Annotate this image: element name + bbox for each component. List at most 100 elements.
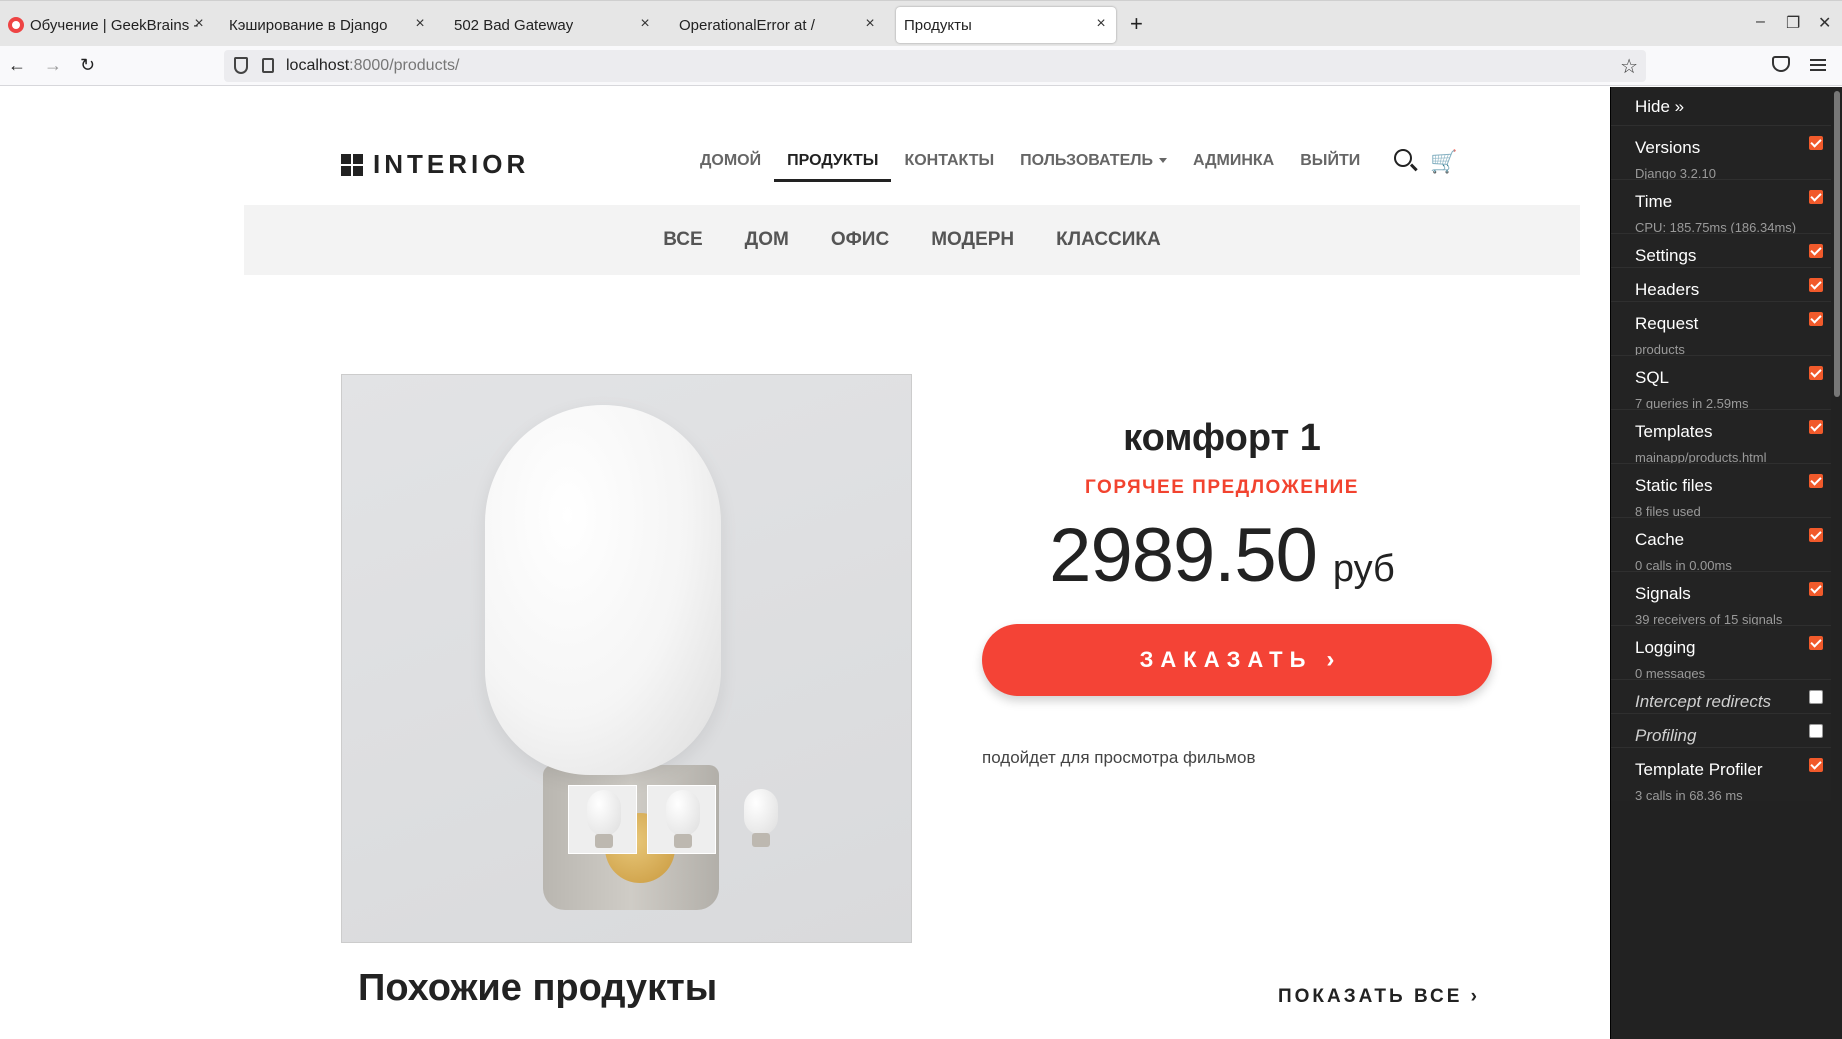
tracking-protection-shield-icon[interactable] xyxy=(234,57,248,74)
address-bar[interactable]: localhost:8000/products/ ☆ xyxy=(224,50,1646,82)
panel-toggle-checkbox[interactable] xyxy=(1809,420,1823,434)
forward-arrow-icon[interactable]: → xyxy=(44,55,62,76)
tab-close-icon[interactable]: × xyxy=(190,15,208,33)
panel-toggle-checkbox[interactable] xyxy=(1809,636,1823,650)
price-currency: руб xyxy=(1332,548,1395,590)
menu-item-logout[interactable]: выйти xyxy=(1300,152,1360,182)
browser-tab[interactable]: Обучение | GeekBrains - × xyxy=(0,7,214,43)
category-home[interactable]: дом xyxy=(745,229,789,251)
debug-panel-item[interactable]: Templates mainapp/products.html xyxy=(1611,409,1831,465)
tab-title: 502 Bad Gateway xyxy=(454,16,574,34)
product-image xyxy=(341,374,912,943)
panel-toggle-checkbox[interactable] xyxy=(1809,724,1823,738)
debug-panel-item[interactable]: SQL 7 queries in 2.59ms xyxy=(1611,355,1831,411)
app-menu-icon[interactable] xyxy=(1810,59,1826,71)
cart-icon[interactable]: 🛒 xyxy=(1430,149,1457,175)
tab-close-icon[interactable]: × xyxy=(861,15,879,33)
panel-toggle-checkbox[interactable] xyxy=(1809,136,1823,150)
site-logo[interactable]: INTERIOR xyxy=(341,149,529,180)
debug-panel-label: Profiling xyxy=(1635,726,1697,745)
panel-toggle-checkbox[interactable] xyxy=(1809,190,1823,204)
menu-item-admin[interactable]: админка xyxy=(1193,152,1274,182)
order-button[interactable]: ЗАКАЗАТЬ › xyxy=(982,624,1492,696)
url-text[interactable]: localhost:8000/products/ xyxy=(286,57,459,75)
panel-toggle-checkbox[interactable] xyxy=(1809,366,1823,380)
product-title: комфорт 1 xyxy=(1123,417,1321,459)
new-tab-button[interactable]: + xyxy=(1130,11,1143,37)
logo-text: INTERIOR xyxy=(373,149,530,179)
tab-close-icon[interactable]: × xyxy=(636,15,654,33)
debug-panel-item[interactable]: Headers xyxy=(1611,267,1831,301)
panel-toggle-checkbox[interactable] xyxy=(1809,690,1823,704)
pocket-icon[interactable] xyxy=(1772,56,1790,72)
search-icon[interactable] xyxy=(1394,149,1412,167)
bookmark-star-icon[interactable]: ☆ xyxy=(1620,54,1638,79)
toolbar-scrollbar[interactable] xyxy=(1834,91,1840,397)
debug-panel-label: Settings xyxy=(1635,246,1697,265)
main-menu: домой продукты контакты пользователь адм… xyxy=(700,152,1386,182)
category-modern[interactable]: модерн xyxy=(931,229,1014,251)
dropdown-caret-icon xyxy=(1158,158,1167,164)
category-all[interactable]: все xyxy=(663,229,702,251)
chevron-right-icon: › xyxy=(1470,986,1480,1007)
debug-panel-item[interactable]: Logging 0 messages xyxy=(1611,625,1831,681)
close-window-icon[interactable]: ✕ xyxy=(1818,13,1831,33)
debug-panel-label: Request xyxy=(1635,314,1699,333)
order-button-label: ЗАКАЗАТЬ xyxy=(1139,647,1313,672)
browser-tab[interactable]: OperationalError at / × xyxy=(671,7,885,43)
debug-panel-item[interactable]: Intercept redirects xyxy=(1611,679,1831,713)
panel-toggle-checkbox[interactable] xyxy=(1809,758,1823,772)
panel-toggle-checkbox[interactable] xyxy=(1809,312,1823,326)
product-thumbnail[interactable] xyxy=(726,785,795,854)
tab-title: Обучение | GeekBrains - xyxy=(30,16,199,34)
debug-panel-label: Templates xyxy=(1635,422,1713,441)
similar-products-title: Похожие продукты xyxy=(358,967,718,1009)
debug-panel-item[interactable]: Request products xyxy=(1611,301,1831,357)
debug-panel-item[interactable]: Settings xyxy=(1611,233,1831,267)
page-info-icon[interactable] xyxy=(262,58,274,73)
debug-panel-item[interactable]: Static files 8 files used xyxy=(1611,463,1831,519)
product-price: 2989.50 руб xyxy=(982,512,1462,599)
tab-close-icon[interactable]: × xyxy=(411,15,429,33)
debug-panel-label: Signals xyxy=(1635,584,1691,603)
category-office[interactable]: офис xyxy=(831,229,889,251)
show-all-link[interactable]: ПОКАЗАТЬ ВСЕ › xyxy=(1278,986,1480,1008)
browser-tab[interactable]: Кэширование в Django × xyxy=(221,7,435,43)
menu-item-contacts[interactable]: контакты xyxy=(904,152,994,182)
restore-window-icon[interactable]: ❐ xyxy=(1786,13,1800,33)
product-thumbnail[interactable] xyxy=(568,785,637,854)
menu-item-home[interactable]: домой xyxy=(700,152,761,182)
panel-toggle-checkbox[interactable] xyxy=(1809,474,1823,488)
debug-panel-item[interactable]: Versions Django 3.2.10 xyxy=(1611,125,1831,181)
hide-toolbar-link[interactable]: Hide » xyxy=(1635,97,1684,117)
tab-title: Продукты xyxy=(904,16,972,34)
debug-panel-item[interactable]: Signals 39 receivers of 15 signals xyxy=(1611,571,1831,627)
debug-panel-label: Static files xyxy=(1635,476,1713,495)
panel-toggle-checkbox[interactable] xyxy=(1809,582,1823,596)
reload-icon[interactable]: ↻ xyxy=(80,55,95,76)
menu-item-products[interactable]: продукты xyxy=(774,152,892,182)
back-arrow-icon[interactable]: ← xyxy=(8,55,26,76)
debug-panel-item[interactable]: Time CPU: 185.75ms (186.34ms) xyxy=(1611,179,1831,235)
tab-close-icon[interactable]: × xyxy=(1092,15,1110,33)
debug-panel-label: Versions xyxy=(1635,138,1701,157)
browser-tab-active[interactable]: Продукты × xyxy=(896,7,1116,43)
panel-toggle-checkbox[interactable] xyxy=(1809,528,1823,542)
debug-panel-label: Headers xyxy=(1635,280,1700,299)
django-debug-toolbar: Hide » Versions Django 3.2.10 Time CPU: 185… xyxy=(1610,87,1842,1039)
category-classic[interactable]: классика xyxy=(1056,229,1161,251)
product-thumbnail[interactable] xyxy=(647,785,716,854)
browser-tab[interactable]: 502 Bad Gateway × xyxy=(446,7,660,43)
panel-toggle-checkbox[interactable] xyxy=(1809,278,1823,292)
logo-grid-icon xyxy=(341,153,363,176)
menu-item-user[interactable]: пользователь xyxy=(1020,152,1167,182)
debug-panel-item[interactable]: Template Profiler 3 calls in 68.36 ms xyxy=(1611,747,1831,803)
debug-panel-item[interactable]: Cache 0 calls in 0.00ms xyxy=(1611,517,1831,573)
panel-toggle-checkbox[interactable] xyxy=(1809,244,1823,258)
debug-panel-item[interactable]: Profiling xyxy=(1611,713,1831,747)
url-path: :8000/products/ xyxy=(349,57,460,74)
minimize-window-icon[interactable]: – xyxy=(1756,13,1765,31)
tab-title: Кэширование в Django xyxy=(229,16,388,34)
debug-panel-label: Logging xyxy=(1635,638,1696,657)
lamp-glass xyxy=(485,405,721,775)
